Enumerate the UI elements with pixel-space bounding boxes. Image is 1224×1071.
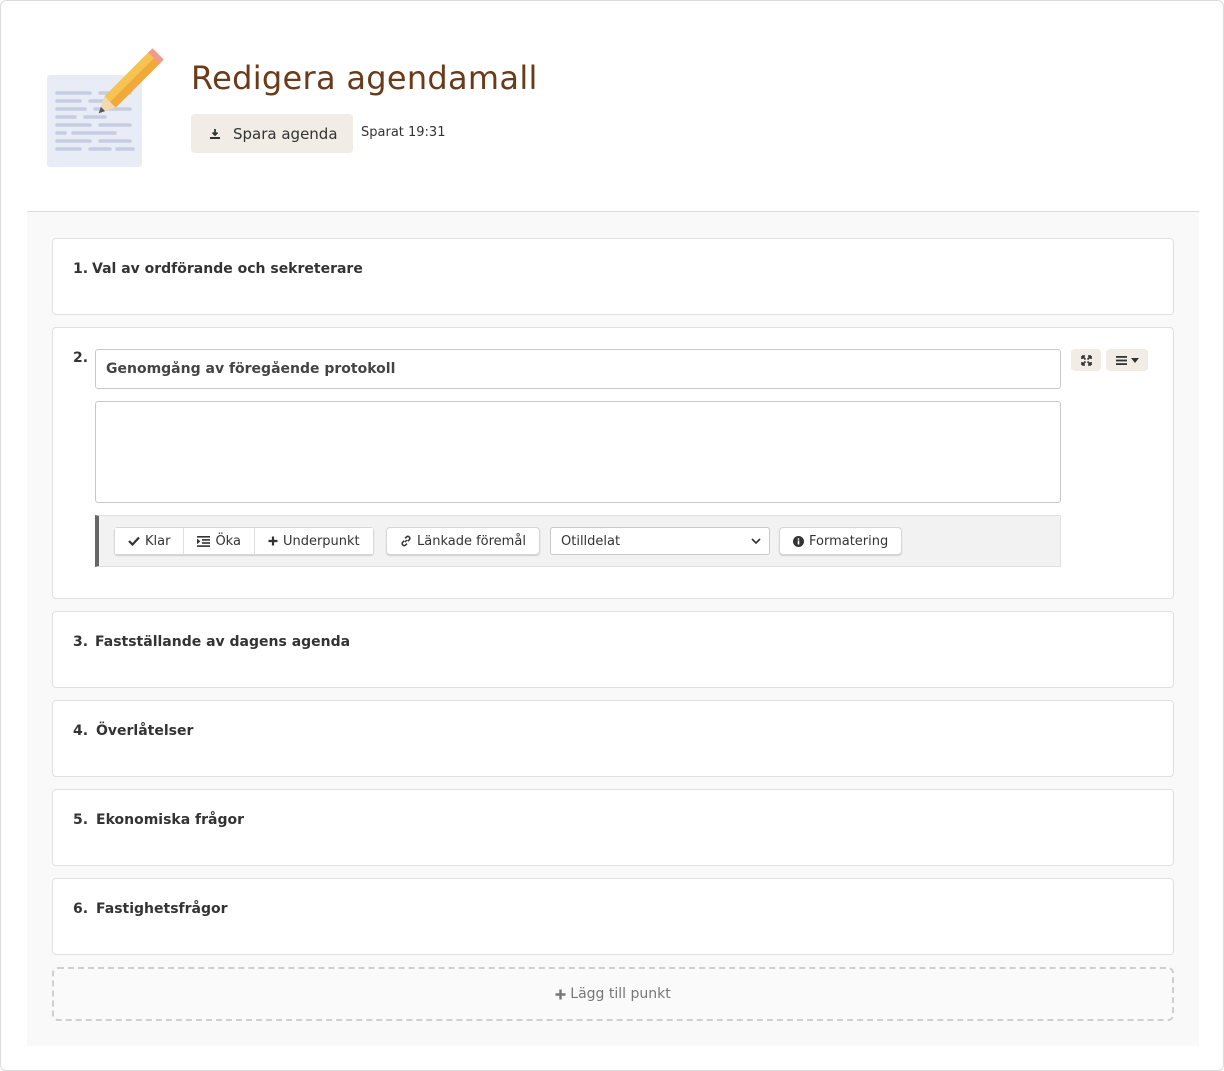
agenda-item-number: 1. bbox=[73, 261, 89, 277]
agenda-item[interactable]: 6. Fastighetsfrågor bbox=[52, 878, 1174, 955]
done-label: Klar bbox=[145, 533, 171, 549]
agenda-item-number: 6. bbox=[73, 901, 89, 917]
add-subitem-button[interactable]: Underpunkt bbox=[254, 528, 373, 554]
subitem-label: Underpunkt bbox=[282, 533, 360, 549]
save-status: Sparat 19:31 bbox=[361, 125, 446, 140]
save-agenda-button[interactable]: Spara agenda bbox=[191, 114, 353, 153]
page-title: Redigera agendamall bbox=[191, 59, 538, 97]
linked-items-label: Länkade föremål bbox=[417, 533, 526, 549]
formatting-button[interactable]: Formatering bbox=[779, 527, 903, 555]
agenda-item[interactable]: 1. Val av ordförande och sekreterare bbox=[52, 238, 1174, 315]
info-icon bbox=[793, 535, 804, 547]
chevron-down-icon bbox=[751, 538, 761, 544]
add-item-label: Lägg till punkt bbox=[570, 986, 671, 1002]
save-agenda-label: Spara agenda bbox=[233, 124, 338, 143]
download-icon bbox=[210, 128, 220, 139]
done-button[interactable]: Klar bbox=[115, 528, 185, 554]
menu-icon bbox=[1115, 355, 1127, 365]
page-frame: Redigera agendamall Spara agenda Sparat … bbox=[0, 0, 1224, 1071]
agenda-item-number: 4. bbox=[73, 723, 89, 739]
check-icon bbox=[128, 536, 140, 546]
agenda-item-title[interactable]: Ekonomiska frågor bbox=[96, 812, 244, 828]
agenda-item-number: 3. bbox=[73, 634, 89, 650]
indent-label: Öka bbox=[215, 533, 241, 549]
assignee-select[interactable]: Otilldelat bbox=[550, 527, 770, 555]
document-edit-logo bbox=[47, 48, 164, 167]
assignee-value: Otilldelat bbox=[561, 533, 621, 549]
item-action-group: Klar Öka Underpunkt bbox=[114, 527, 374, 555]
agenda-item-title[interactable]: Fastställande av dagens agenda bbox=[95, 634, 350, 650]
agenda-item[interactable]: 5. Ekonomiska frågor bbox=[52, 789, 1174, 866]
agenda-item-active: 2. Genomgång av föregående protokoll Kla… bbox=[52, 327, 1174, 599]
expand-icon bbox=[1080, 354, 1092, 366]
formatting-label: Formatering bbox=[809, 533, 889, 549]
linked-items-button[interactable]: Länkade föremål bbox=[386, 527, 540, 555]
plus-icon bbox=[268, 536, 278, 546]
agenda-area: 1. Val av ordförande och sekreterare 2. bbox=[27, 211, 1199, 1046]
agenda-item-description-input[interactable] bbox=[95, 401, 1061, 503]
item-menu-button[interactable] bbox=[1106, 349, 1148, 371]
agenda-item-title[interactable]: Fastighetsfrågor bbox=[96, 901, 228, 917]
agenda-item-title[interactable]: Val av ordförande och sekreterare bbox=[92, 261, 363, 277]
agenda-item-number: 2. bbox=[73, 350, 89, 366]
indent-icon bbox=[197, 535, 211, 547]
plus-icon bbox=[555, 989, 566, 999]
agenda-item-title-input[interactable] bbox=[95, 349, 1061, 389]
expand-button[interactable] bbox=[1071, 349, 1101, 371]
caret-down-icon bbox=[1130, 357, 1139, 363]
indent-button[interactable]: Öka bbox=[184, 528, 255, 554]
item-toolbar: Klar Öka Underpunkt Länkade föremål Otil… bbox=[95, 515, 1061, 567]
agenda-item-title[interactable]: Överlåtelser bbox=[96, 723, 193, 739]
add-item-button[interactable]: Lägg till punkt bbox=[52, 967, 1174, 1021]
agenda-item[interactable]: 3. Fastställande av dagens agenda bbox=[52, 611, 1174, 688]
agenda-item[interactable]: 4. Överlåtelser bbox=[52, 700, 1174, 777]
link-icon bbox=[401, 535, 411, 547]
agenda-item-number: 5. bbox=[73, 812, 89, 828]
